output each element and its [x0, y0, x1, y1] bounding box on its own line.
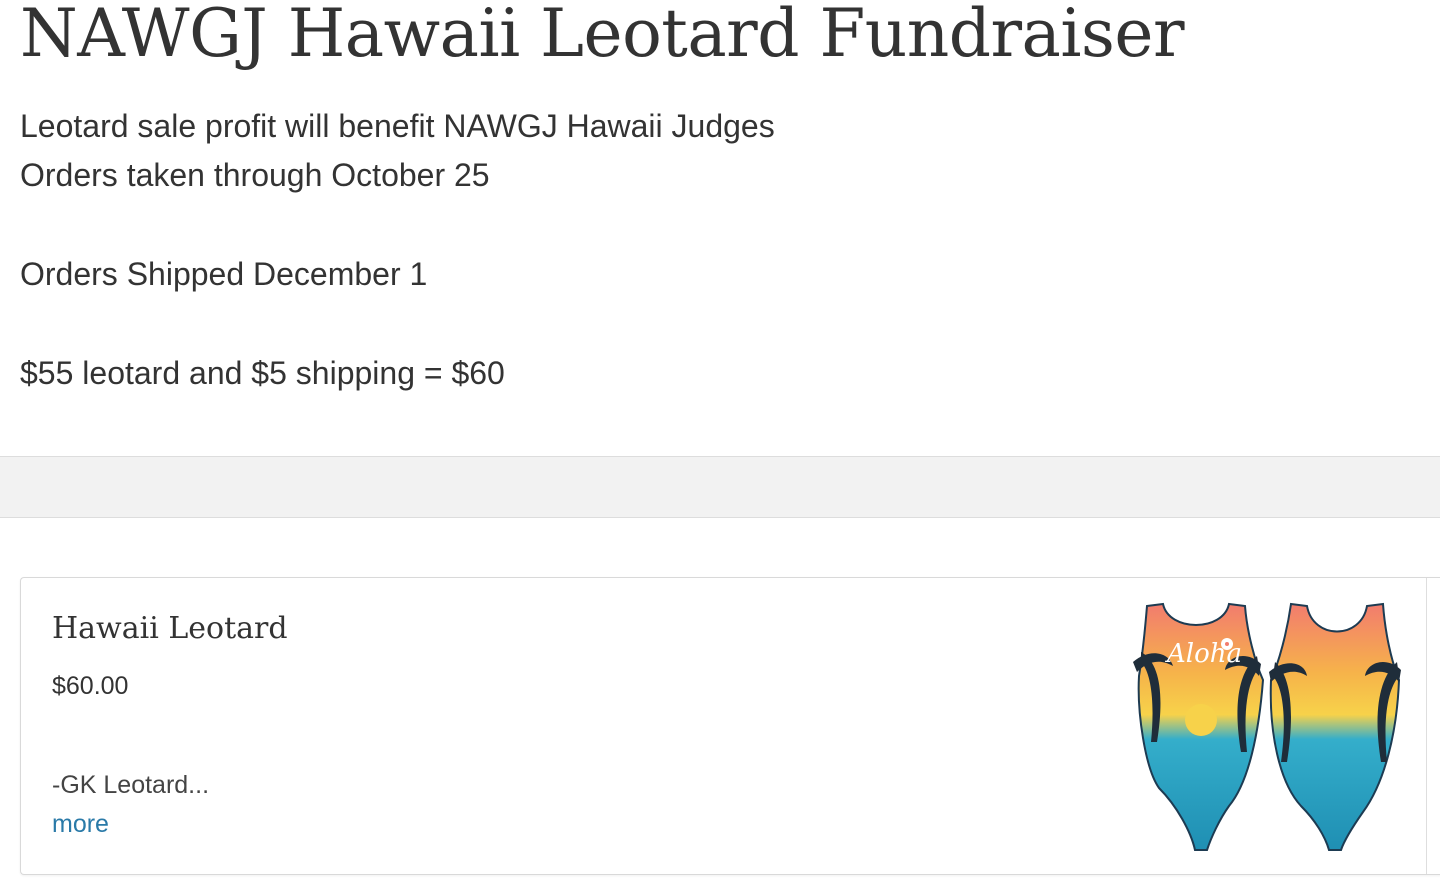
- section-divider-band: [0, 456, 1440, 518]
- description-line-benefit: Leotard sale profit will benefit NAWGJ H…: [20, 108, 775, 144]
- description-line-order-deadline: Orders taken through October 25: [20, 157, 490, 193]
- product-description: -GK Leotard...: [52, 771, 210, 799]
- product-price: $60.00: [52, 672, 129, 700]
- product-card[interactable]: Hawaii Leotard $60.00 -GK Leotard... mor…: [20, 577, 1440, 875]
- sun-graphic: [1185, 704, 1217, 736]
- description-line-ship-date: Orders Shipped December 1: [20, 256, 428, 292]
- description-line-pricing: $55 leotard and $5 shipping = $60: [20, 355, 505, 391]
- more-link[interactable]: more: [52, 808, 109, 840]
- leotard-illustration: Aloha: [1133, 602, 1401, 851]
- page-title: NAWGJ Hawaii Leotard Fundraiser: [20, 0, 1185, 72]
- product-name[interactable]: Hawaii Leotard: [52, 610, 288, 648]
- product-image[interactable]: Aloha: [1129, 592, 1423, 864]
- card-edge: [1426, 578, 1427, 874]
